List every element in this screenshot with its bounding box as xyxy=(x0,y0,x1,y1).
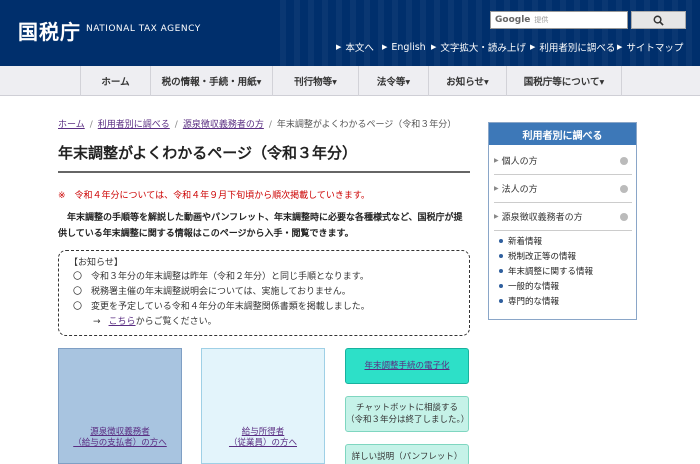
bullet-icon xyxy=(499,298,503,303)
util-link-english[interactable]: ▶ English xyxy=(382,40,426,54)
search-input[interactable]: Google 提供 xyxy=(490,11,628,29)
intro-text: 年末調整の手順等を解説した動画やパンフレット、年末調整時に必要な各種様式など、国… xyxy=(58,213,463,239)
sidebar-subitem-year-end[interactable]: 年末調整に関する情報 xyxy=(499,263,593,278)
expand-dot-icon xyxy=(620,184,628,193)
bullet-icon xyxy=(499,238,503,243)
triangle-right-icon: ▶ xyxy=(494,157,499,164)
breadcrumb-current: 年末調整がよくわかるページ（令和３年分） xyxy=(276,120,457,130)
bullet-icon xyxy=(499,268,503,273)
search-placeholder: 提供 xyxy=(534,16,549,24)
bullet-icon xyxy=(499,253,503,258)
sidebar-subitem-tax-reform[interactable]: 税制改正等の情報 xyxy=(499,248,576,263)
nav-item-news[interactable]: お知らせ▾ xyxy=(428,66,506,96)
arrow-right-icon: → xyxy=(93,317,101,327)
page-title: 年末調整がよくわかるページ（令和３年分） xyxy=(58,144,357,162)
notice-heading: 【お知らせ】 xyxy=(69,258,123,268)
global-nav: ホーム 税の情報・手続・用紙▾ 刊行物等▾ 法令等▾ お知らせ▾ 国税庁等につい… xyxy=(0,66,700,96)
notice-box: 【お知らせ】 〇令和３年分の年末調整は昨年（令和２年分）と同じ手順となります。 … xyxy=(58,250,470,336)
sidebar-item-corporation[interactable]: ▶ 法人の方 xyxy=(494,175,632,203)
bullet-icon xyxy=(499,283,503,288)
google-brand-label: Google xyxy=(495,15,531,25)
site-logo[interactable]: 国税庁 xyxy=(18,16,81,45)
chevron-right-icon: ▶ xyxy=(382,43,388,51)
search-button[interactable] xyxy=(631,11,686,29)
breadcrumb-link-withholding[interactable]: 源泉徴収義務者の方 xyxy=(183,120,264,130)
search-icon xyxy=(653,15,664,26)
nav-item-home[interactable]: ホーム xyxy=(80,66,150,96)
sidebar-subitem-technical[interactable]: 専門的な情報 xyxy=(499,293,559,308)
sidebar-heading: 利用者別に調べる xyxy=(489,123,636,145)
nav-item-about[interactable]: 国税庁等について▾ xyxy=(506,66,622,96)
tile-salary-earner[interactable]: 給与所得者 （従業員）の方へ xyxy=(201,348,325,464)
site-logo-english: NATIONAL TAX AGENCY xyxy=(86,24,201,34)
expand-dot-icon xyxy=(620,212,628,221)
notice-red-text: ※ 令和４年分については、令和４年９月下旬頃から順次掲載していきます。 xyxy=(58,191,370,201)
sidebar-item-individual[interactable]: ▶ 個人の方 xyxy=(494,147,632,175)
pamphlet-button[interactable]: 詳しい説明（パンフレット） xyxy=(345,444,469,464)
chevron-right-icon: ▶ xyxy=(530,43,536,51)
breadcrumb-link-by-user[interactable]: 利用者別に調べる xyxy=(98,120,170,130)
notice-row: 〇令和３年分の年末調整は昨年（令和２年分）と同じ手順となります。 xyxy=(73,272,369,282)
util-link-skip-to-content[interactable]: ▶ 本文へ xyxy=(336,40,374,54)
header-background xyxy=(280,0,700,66)
triangle-right-icon: ▶ xyxy=(494,213,499,220)
tile-withholding-agent[interactable]: 源泉徴収義務者 （給与の支払者）の方へ xyxy=(58,348,182,464)
breadcrumb: ホーム / 利用者別に調べる / 源泉徴収義務者の方 / 年末調整がよくわかるページ（令和３… xyxy=(58,120,457,130)
util-link-text-size[interactable]: ▶ 文字拡大・読み上げ xyxy=(431,40,526,54)
sidebar-subitem-general[interactable]: 一般的な情報 xyxy=(499,278,559,293)
nav-item-publications[interactable]: 刊行物等▾ xyxy=(272,66,358,96)
notice-link-here[interactable]: こちら xyxy=(109,315,136,330)
title-divider xyxy=(58,171,470,173)
sidebar-by-user: 利用者別に調べる ▶ 個人の方 ▶ 法人の方 ▶ 源泉徴収義務者の方 新着情報 税制改… xyxy=(488,122,637,320)
e-procedure-button[interactable]: 年末調整手続の電子化 xyxy=(345,348,469,384)
util-link-by-user[interactable]: ▶ 利用者別に調べる xyxy=(530,40,615,54)
chevron-right-icon: ▶ xyxy=(617,43,623,51)
nav-item-laws[interactable]: 法令等▾ xyxy=(358,66,428,96)
util-link-sitemap[interactable]: ▶ サイトマップ xyxy=(617,40,683,54)
chevron-right-icon: ▶ xyxy=(336,43,342,51)
breadcrumb-link-home[interactable]: ホーム xyxy=(58,120,85,130)
notice-row: 〇税務署主催の年末調整説明会については、実施しておりません。 xyxy=(73,287,351,297)
chevron-right-icon: ▶ xyxy=(431,43,437,51)
triangle-right-icon: ▶ xyxy=(494,185,499,192)
notice-sub-row: → こちら からご覧ください。 xyxy=(69,315,459,330)
chatbot-button[interactable]: チャットボットに相談する （令和３年分は終了しました。） xyxy=(345,396,469,432)
sidebar-subitem-news[interactable]: 新着情報 xyxy=(499,233,542,248)
nav-item-tax-info[interactable]: 税の情報・手続・用紙▾ xyxy=(150,66,272,96)
sidebar-item-withholding[interactable]: ▶ 源泉徴収義務者の方 xyxy=(494,203,632,231)
notice-row: 〇変更を予定している令和４年分の年末調整関係書類を掲載しました。 xyxy=(73,302,370,312)
expand-dot-icon xyxy=(620,156,628,165)
site-header: 国税庁 NATIONAL TAX AGENCY Google 提供 ▶ 本文へ ▶… xyxy=(0,0,700,66)
